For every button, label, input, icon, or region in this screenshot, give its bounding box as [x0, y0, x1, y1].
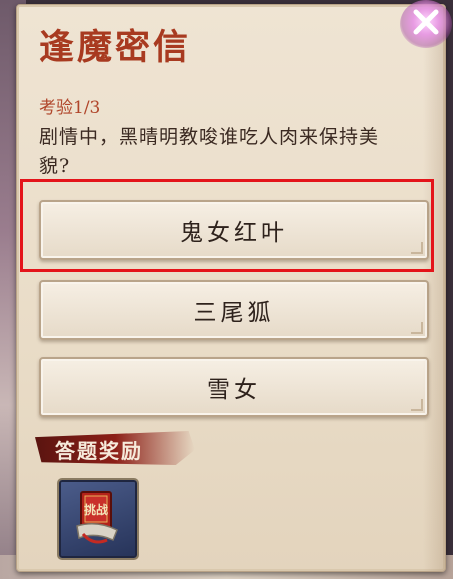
challenge-scroll-icon: 挑战	[76, 491, 118, 544]
answer-option-2[interactable]: 三尾狐	[39, 280, 429, 340]
close-x-icon	[413, 9, 439, 35]
reward-label: 答题奖励	[55, 439, 143, 463]
answer-option-label: 雪女	[207, 377, 261, 403]
answer-option-label: 鬼女红叶	[180, 220, 288, 246]
question-text: 剧情中，黑晴明教唆谁吃人肉来保持美貌?	[39, 126, 380, 177]
round-indicator: 考验1/3	[39, 98, 101, 118]
answer-option-1[interactable]: 鬼女红叶	[39, 200, 429, 260]
answer-option-label: 三尾狐	[193, 300, 275, 326]
close-button[interactable]	[394, 0, 453, 48]
corner-ornament	[411, 399, 423, 411]
corner-ornament	[411, 322, 423, 334]
scroll-text: 挑战	[84, 502, 108, 517]
reward-item-slot[interactable]: 挑战	[59, 480, 137, 558]
dialog-title: 逢魔密信	[39, 27, 192, 68]
quiz-dialog: 逢魔密信 考验1/3 剧情中，黑晴明教唆谁吃人肉来保持美貌? 鬼女红叶 三尾狐 …	[16, 4, 446, 572]
corner-ornament	[411, 242, 423, 254]
answer-option-3[interactable]: 雪女	[39, 357, 429, 417]
